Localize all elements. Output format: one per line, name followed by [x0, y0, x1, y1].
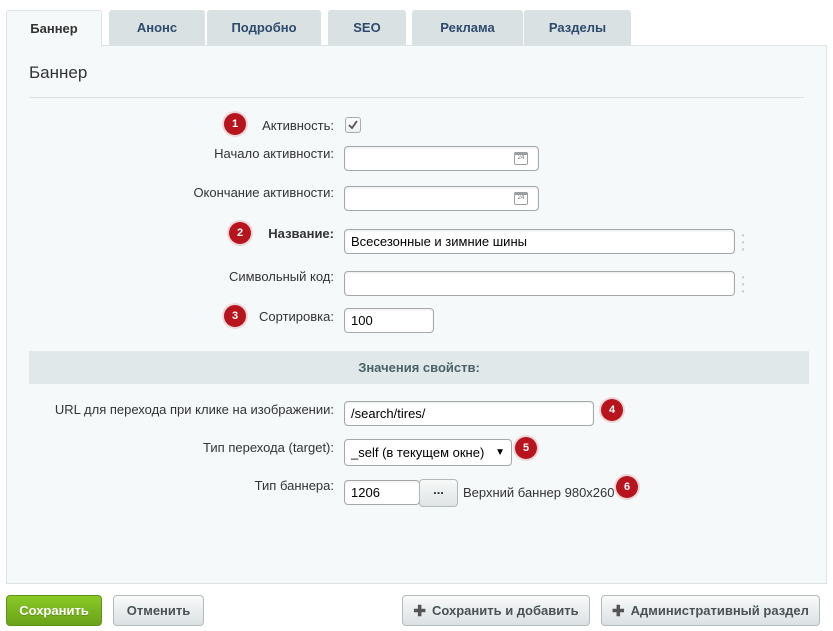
hint-badge-4: 4 — [601, 399, 623, 421]
url-input[interactable]: /search/tires/ — [344, 401, 594, 426]
sort-input[interactable]: 100 — [344, 308, 434, 333]
tab-advertising[interactable]: Реклама — [412, 10, 523, 45]
save-and-add-label: Сохранить и добавить — [431, 603, 579, 618]
active-to-label: Окончание активности: — [193, 185, 334, 200]
properties-section-header: Значения свойств: — [29, 351, 809, 384]
active-from-input[interactable] — [344, 146, 539, 171]
save-button[interactable]: Сохранить — [6, 595, 102, 626]
banner-type-label: Тип баннера: — [254, 478, 334, 493]
active-checkbox[interactable] — [345, 117, 361, 133]
save-and-add-button[interactable]: ✚ Сохранить и добавить — [402, 595, 590, 626]
hint-badge-3: 3 — [224, 305, 246, 327]
admin-section-label: Административный раздел — [630, 603, 809, 618]
plus-icon: ✚ — [413, 602, 426, 620]
banner-type-input[interactable]: 1206 — [344, 480, 420, 505]
divider — [29, 97, 804, 98]
browse-button[interactable]: ... — [419, 479, 458, 507]
translit-link-icon[interactable]: ◦ ◦ ◦ — [738, 231, 748, 254]
hint-badge-2: 2 — [229, 222, 251, 244]
cancel-button[interactable]: Отменить — [113, 595, 204, 626]
hint-badge-6: 6 — [616, 476, 638, 498]
edit-form-panel: Баннер 1 Активность: Начало активности: … — [6, 45, 827, 584]
hint-badge-5: 5 — [515, 437, 537, 459]
calendar-icon[interactable]: 24 — [514, 192, 528, 205]
target-select-value: _self (в текущем окне) — [351, 445, 485, 460]
name-input[interactable]: Всесезонные и зимние шины — [344, 229, 735, 254]
target-select[interactable]: _self (в текущем окне) ▼ — [344, 439, 512, 466]
active-to-input[interactable] — [344, 186, 539, 211]
target-label: Тип перехода (target): — [203, 440, 334, 455]
banner-type-description: Верхний баннер 980x260 — [463, 485, 615, 500]
tab-bar: Баннер Анонс Подробно SEO Реклама Раздел… — [6, 10, 826, 46]
calendar-icon[interactable]: 24 — [514, 152, 528, 165]
name-label: Название: — [268, 226, 334, 241]
code-input[interactable] — [344, 271, 735, 296]
admin-section-button[interactable]: ✚ Административный раздел — [601, 595, 820, 626]
tab-seo[interactable]: SEO — [328, 10, 406, 45]
translit-link-icon[interactable]: ◦ ◦ ◦ — [738, 273, 748, 296]
code-label: Символьный код: — [228, 269, 334, 284]
active-from-label: Начало активности: — [214, 146, 334, 161]
check-icon — [348, 120, 358, 130]
panel-title: Баннер — [29, 63, 88, 82]
tab-details[interactable]: Подробно — [207, 10, 321, 45]
hint-badge-1: 1 — [224, 113, 246, 135]
active-label: Активность: — [262, 118, 334, 133]
dropdown-arrow-icon: ▼ — [495, 447, 505, 458]
sort-label: Сортировка: — [259, 309, 334, 324]
tab-sections[interactable]: Разделы — [524, 10, 631, 45]
tab-banner[interactable]: Баннер — [6, 10, 102, 46]
tab-announce[interactable]: Анонс — [109, 10, 205, 45]
plus-icon: ✚ — [612, 602, 625, 620]
url-label: URL для перехода при клике на изображени… — [54, 402, 334, 417]
